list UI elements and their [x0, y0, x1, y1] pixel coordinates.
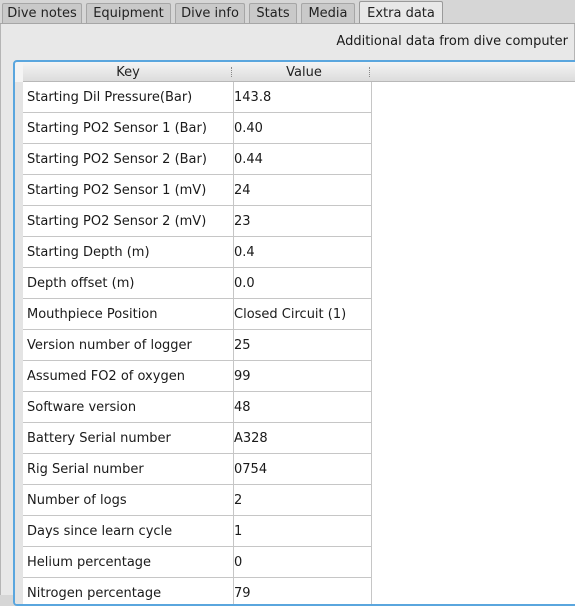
column-divider — [371, 82, 372, 604]
row-value: 2 — [234, 492, 243, 508]
row-key: Number of logs — [27, 492, 127, 508]
tab-equipment[interactable]: Equipment — [86, 3, 171, 23]
row-key: Nitrogen percentage — [27, 585, 162, 601]
table-row[interactable]: Assumed FO2 of oxygen 99 — [23, 361, 371, 392]
row-key: Helium percentage — [27, 554, 152, 570]
row-key: Starting PO2 Sensor 2 (Bar) — [27, 151, 207, 167]
row-value: 0754 — [234, 461, 268, 477]
tab-extra-data[interactable]: Extra data — [359, 1, 443, 24]
row-value: 0.0 — [234, 275, 255, 291]
column-resize-handle[interactable] — [369, 67, 372, 77]
table-row[interactable]: Depth offset (m) 0.0 — [23, 268, 371, 299]
row-value: 48 — [234, 399, 251, 415]
extra-data-table[interactable]: Key Value Starting Dil Pressure(Bar) 143.… — [13, 60, 575, 606]
tab-bar: Dive notes Equipment Dive info Stats Med… — [0, 0, 575, 24]
column-header-key[interactable]: Key — [23, 63, 233, 81]
table-row[interactable]: Starting PO2 Sensor 1 (mV) 24 — [23, 175, 371, 206]
row-value: 0.40 — [234, 120, 263, 136]
table-row[interactable]: Starting PO2 Sensor 1 (Bar) 0.40 — [23, 113, 371, 144]
row-value: 25 — [234, 337, 251, 353]
tab-dive-info[interactable]: Dive info — [175, 3, 245, 23]
row-key: Rig Serial number — [27, 461, 144, 477]
table-row[interactable]: Starting PO2 Sensor 2 (mV) 23 — [23, 206, 371, 237]
tab-stats[interactable]: Stats — [249, 3, 297, 23]
row-key: Version number of logger — [27, 337, 192, 353]
table-row[interactable]: Rig Serial number 0754 — [23, 454, 371, 485]
row-key: Starting Depth (m) — [27, 244, 150, 260]
row-key: Battery Serial number — [27, 430, 171, 446]
table-empty-area — [372, 82, 575, 604]
row-key: Starting Dil Pressure(Bar) — [27, 89, 193, 105]
table-row[interactable]: Number of logs 2 — [23, 485, 371, 516]
row-value: 79 — [234, 585, 251, 601]
column-divider — [233, 82, 234, 604]
row-key: Mouthpiece Position — [27, 306, 158, 322]
pane-caption: Additional data from dive computer — [336, 34, 568, 49]
row-key: Depth offset (m) — [27, 275, 135, 291]
row-value: 0.4 — [234, 244, 255, 260]
row-value: A328 — [234, 430, 268, 446]
row-value: 24 — [234, 182, 251, 198]
table-row[interactable]: Helium percentage 0 — [23, 547, 371, 578]
tab-media[interactable]: Media — [301, 3, 355, 23]
row-key: Starting PO2 Sensor 1 (mV) — [27, 182, 207, 198]
row-key: Starting PO2 Sensor 2 (mV) — [27, 213, 207, 229]
row-value: Closed Circuit (1) — [234, 306, 347, 322]
table-header: Key Value — [23, 63, 575, 82]
row-key: Assumed FO2 of oxygen — [27, 368, 185, 384]
row-key: Software version — [27, 399, 137, 415]
table-body: Starting Dil Pressure(Bar) 143.8 Starting … — [23, 82, 371, 604]
table-row[interactable]: Nitrogen percentage 79 — [23, 578, 371, 604]
table-row[interactable]: Version number of logger 25 — [23, 330, 371, 361]
table-row[interactable]: Software version 48 — [23, 392, 371, 423]
row-key: Days since learn cycle — [27, 523, 173, 539]
table-row[interactable]: Days since learn cycle 1 — [23, 516, 371, 547]
table-row[interactable]: Starting Depth (m) 0.4 — [23, 237, 371, 268]
table-row[interactable]: Battery Serial number A328 — [23, 423, 371, 454]
extra-data-pane: Additional data from dive computer Key V… — [0, 24, 575, 606]
table-row[interactable]: Starting PO2 Sensor 2 (Bar) 0.44 — [23, 144, 371, 175]
tab-dive-notes[interactable]: Dive notes — [2, 3, 82, 23]
row-value: 99 — [234, 368, 251, 384]
row-key: Starting PO2 Sensor 1 (Bar) — [27, 120, 207, 136]
row-value: 1 — [234, 523, 243, 539]
row-value: 0 — [234, 554, 243, 570]
row-value: 23 — [234, 213, 251, 229]
row-value: 143.8 — [234, 89, 272, 105]
table-row[interactable]: Mouthpiece Position Closed Circuit (1) — [23, 299, 371, 330]
column-header-value[interactable]: Value — [234, 63, 374, 81]
row-value: 0.44 — [234, 151, 263, 167]
table-row[interactable]: Starting Dil Pressure(Bar) 143.8 — [23, 82, 371, 113]
